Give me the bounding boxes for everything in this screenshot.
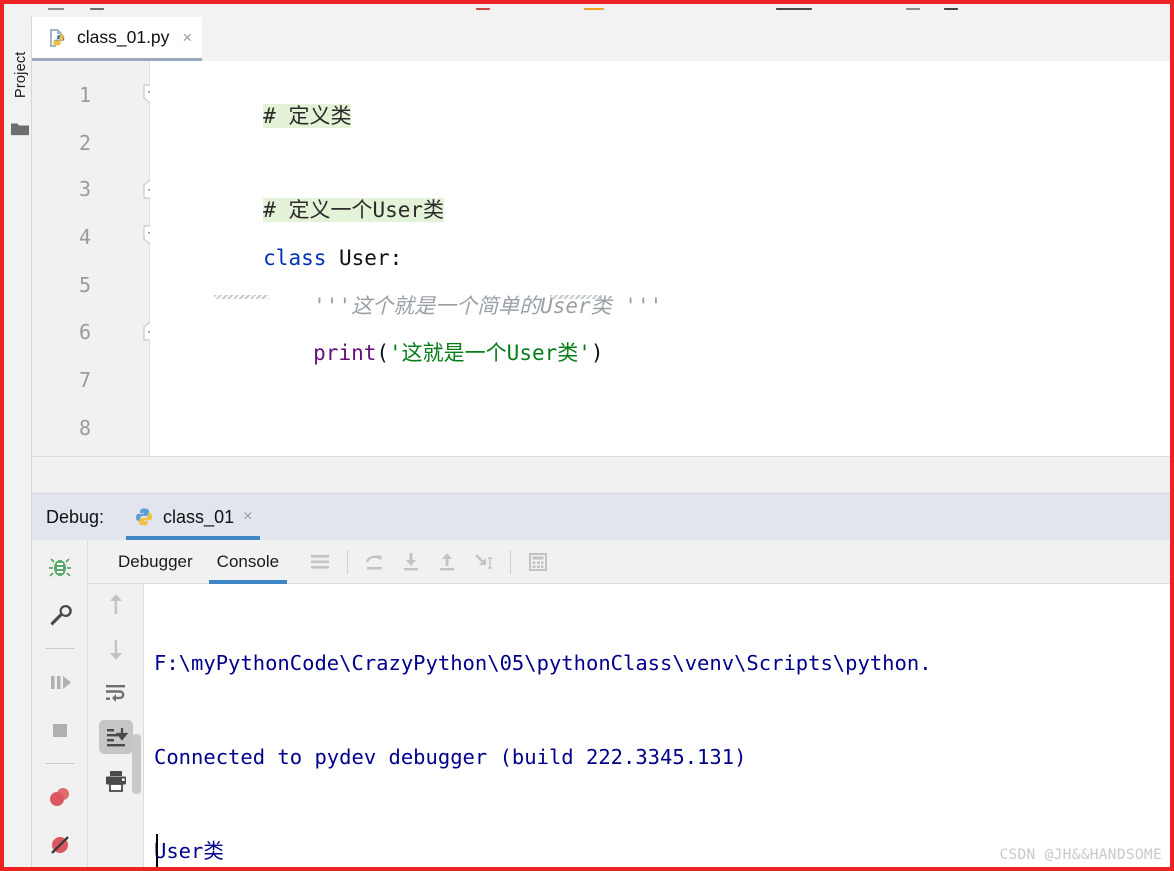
debug-panel-title: Debug: (46, 506, 105, 527)
toolbar-sliver (90, 8, 104, 10)
line-number: 5 (78, 273, 91, 297)
frames-list-icon[interactable] (305, 547, 335, 577)
function-token: print (313, 341, 377, 365)
paren-token: ) (590, 341, 604, 365)
class-name-token: User: (326, 246, 403, 270)
truncated-toolbar-strip (8, 8, 1170, 17)
comment-token: # 定义一个User类 (263, 198, 445, 222)
tab-console[interactable]: Console (205, 540, 291, 584)
debug-panel-header: Debug: class_01 × (32, 494, 1170, 540)
step-over-icon[interactable] (360, 547, 390, 577)
spellcheck-squiggle (550, 295, 602, 299)
arrow-down-icon[interactable] (99, 632, 133, 666)
code-line-1: # 定义类 (162, 83, 352, 149)
stop-icon[interactable] (43, 713, 77, 747)
editor-tab-row: class_01.py × (32, 17, 1170, 61)
debug-bug-icon[interactable] (43, 550, 77, 584)
debug-panel-body: Debugger Console F:\myPythonCode\CrazyPy… (32, 540, 1170, 867)
scroll-to-end-icon[interactable] (98, 720, 133, 754)
editor-tab-class-01-py[interactable]: class_01.py × (32, 17, 203, 61)
code-editor[interactable]: 1 2 3 4 5 6 7 8 # 定义类 # 定义一个User类 class … (32, 61, 1170, 456)
code-text-area[interactable]: # 定义类 # 定义一个User类 class User: '''这个就是一个简… (150, 61, 1170, 456)
editor-gutter[interactable]: 1 2 3 4 5 6 7 8 (32, 61, 162, 456)
toolbar-sliver (944, 8, 958, 10)
line-number: 1 (78, 83, 91, 107)
toolbar-divider (510, 549, 512, 574)
watermark: CSDN @JH&&HANDSOME (999, 847, 1162, 863)
console-line: F:\myPythonCode\CrazyPython\05\pythonCla… (154, 651, 932, 675)
python-icon (136, 508, 153, 526)
code-line-6: print('这就是一个User类') (212, 320, 604, 386)
print-icon[interactable] (99, 764, 133, 798)
step-into-icon[interactable] (396, 547, 426, 577)
mute-breakpoints-icon[interactable] (43, 828, 77, 862)
console-side-toolbar (88, 584, 144, 867)
editor-tab-label: class_01.py (77, 27, 170, 47)
console-caret (156, 834, 158, 867)
string-token: '这就是一个User类' (389, 341, 591, 365)
debug-tab-bar: Debugger Console (88, 540, 1170, 584)
python-file-icon (50, 28, 65, 47)
toolbar-divider (44, 763, 75, 764)
debug-right-pane: Debugger Console F:\myPythonCode\CrazyPy… (88, 540, 1170, 867)
soft-wrap-icon[interactable] (99, 676, 133, 710)
tab-debugger[interactable]: Debugger (106, 540, 205, 584)
toolbar-sliver (906, 8, 920, 10)
close-icon[interactable]: × (243, 508, 252, 526)
toolbar-divider (347, 549, 349, 574)
evaluate-expression-icon[interactable] (523, 547, 553, 577)
docstring-token: '''这个就是一个简单的User类 ''' (313, 294, 663, 318)
debug-run-config-label: class_01 (163, 506, 235, 527)
arrow-up-icon[interactable] (99, 588, 133, 622)
folder-icon[interactable] (11, 122, 29, 136)
toolbar-sliver (776, 8, 812, 10)
console-scrollbar-thumb[interactable] (132, 734, 141, 794)
run-to-cursor-icon[interactable] (468, 547, 498, 577)
spellcheck-squiggle (214, 295, 268, 299)
left-tool-window-bar: Project (8, 17, 32, 867)
debug-run-config-tab[interactable]: class_01 × (126, 494, 261, 540)
keyword-token: class (263, 246, 327, 270)
line-number: 2 (78, 131, 91, 155)
toolbar-divider (44, 648, 75, 649)
step-out-icon[interactable] (432, 547, 462, 577)
paren-token: ( (376, 341, 390, 365)
editor-bottom-strip (32, 456, 1170, 494)
toolbar-sliver (584, 8, 604, 10)
toolbar-sliver (476, 8, 490, 10)
resume-program-icon[interactable] (43, 665, 77, 699)
console-line: Connected to pydev debugger (build 222.3… (154, 745, 747, 769)
line-number: 4 (78, 225, 91, 249)
pycharm-window: Project class_01.py × 1 2 3 4 5 6 7 8 # … (0, 0, 1174, 871)
toolbar-sliver (48, 8, 64, 10)
console-area: F:\myPythonCode\CrazyPython\05\pythonCla… (88, 584, 1170, 867)
view-breakpoints-icon[interactable] (43, 780, 77, 814)
line-number: 7 (78, 368, 91, 392)
line-number: 3 (78, 177, 91, 201)
comment-token: # 定义类 (263, 104, 352, 128)
debug-actions-toolbar (32, 540, 88, 867)
console-output[interactable]: F:\myPythonCode\CrazyPython\05\pythonCla… (144, 584, 1170, 867)
line-number: 8 (78, 416, 91, 440)
debug-step-toolbar (305, 547, 553, 577)
settings-wrench-icon[interactable] (43, 598, 77, 632)
line-number: 6 (78, 320, 91, 344)
close-icon[interactable]: × (178, 28, 192, 48)
sidebar-item-project[interactable]: Project (13, 44, 29, 98)
